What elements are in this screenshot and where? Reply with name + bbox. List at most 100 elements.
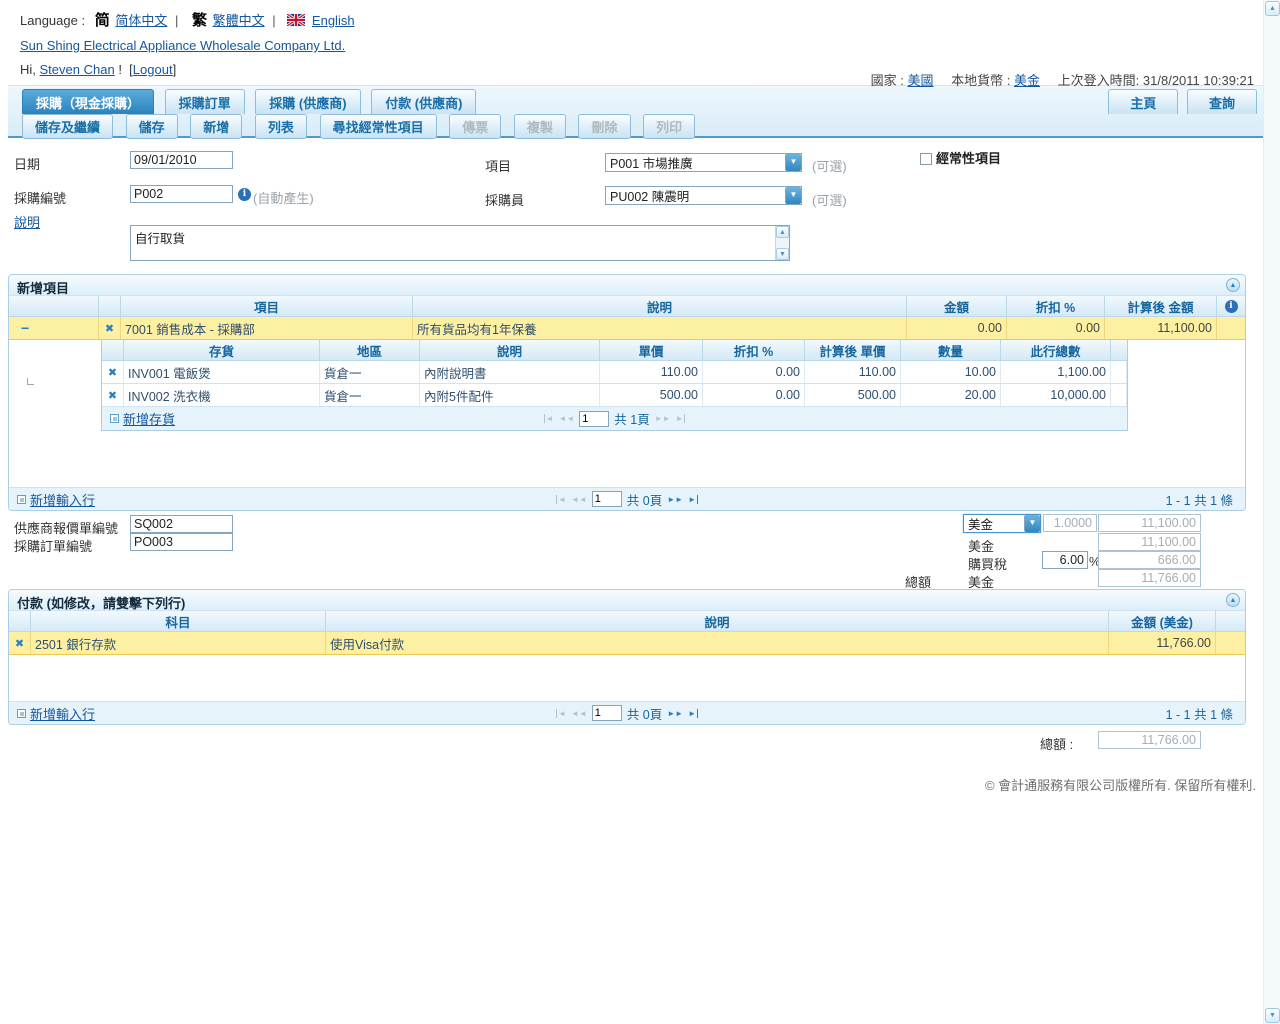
page-number-input[interactable] bbox=[592, 491, 622, 507]
collapse-row-icon[interactable]: − bbox=[13, 320, 29, 336]
scroll-down-icon[interactable]: ▼ bbox=[1265, 1008, 1280, 1023]
country-link[interactable]: 美國 bbox=[908, 73, 934, 88]
last-page-icon[interactable]: ► bbox=[676, 414, 686, 423]
logout-bracket-close: ] bbox=[173, 62, 177, 77]
local-currency-link[interactable]: 美金 bbox=[1014, 73, 1040, 88]
inventory-cell: INV002 洗衣機 bbox=[124, 384, 320, 406]
grand-total-input bbox=[1098, 569, 1201, 587]
page-number-input[interactable] bbox=[592, 705, 622, 721]
add-inventory-link[interactable]: 新增存貨 bbox=[123, 409, 175, 428]
query-button[interactable]: 查詢 bbox=[1187, 89, 1257, 114]
simplified-chinese-link[interactable]: 简体中文 bbox=[115, 13, 167, 28]
chevron-down-icon[interactable]: ▼ bbox=[1024, 515, 1040, 532]
last-page-icon[interactable]: ► bbox=[688, 495, 698, 504]
payment-footer-bar: 新增輸入行 ◄ ◄◄ 共 0頁 ►► ► 1 - 1 共 1 條 bbox=[9, 701, 1245, 724]
scroll-up-icon[interactable]: ▲ bbox=[776, 226, 789, 238]
description-cell: 使用Visa付款 bbox=[326, 632, 1109, 654]
new-button[interactable]: 新增 bbox=[190, 114, 242, 139]
delete-row-icon[interactable]: ✖ bbox=[108, 366, 117, 379]
language-row: Language : 简 简体中文 | 繁 繁體中文 | English bbox=[20, 12, 1280, 30]
add-payment-row-link[interactable]: 新增輸入行 bbox=[30, 704, 95, 723]
scroll-up-icon[interactable]: ▲ bbox=[1265, 1, 1280, 16]
amount-column-header: 金額 (美金) bbox=[1109, 611, 1216, 631]
tab-purchase-order[interactable]: 採購訂單 bbox=[165, 89, 245, 114]
tab-payment-supplier[interactable]: 付款 (供應商) bbox=[371, 89, 476, 114]
traditional-chinese-link[interactable]: 繁體中文 bbox=[213, 13, 265, 28]
user-name-link[interactable]: Steven Chan bbox=[40, 62, 115, 77]
tax-rate-input[interactable] bbox=[1042, 551, 1088, 569]
row-delete-cell: ✖ bbox=[102, 361, 124, 383]
recurring-item-field: 經常性項目 bbox=[920, 148, 1001, 167]
collapse-section-icon[interactable]: ▲ bbox=[1226, 278, 1240, 292]
spacer-cell bbox=[1111, 361, 1127, 383]
purchase-no-input[interactable] bbox=[130, 185, 233, 203]
purchaser-label: 採購員 bbox=[485, 190, 524, 209]
find-recurring-button[interactable]: 尋找經常性項目 bbox=[320, 114, 437, 139]
items-footer-bar: 新增輸入行 ◄ ◄◄ 共 0頁 ►► ► 1 - 1 共 1 條 bbox=[9, 487, 1245, 510]
purchaser-select[interactable]: PU002 陳震明 ▼ bbox=[605, 186, 802, 205]
item-row[interactable]: − ✖ 7001 銷售成本 - 採購部 所有貨品均有1年保養 0.00 0.00… bbox=[9, 317, 1245, 340]
first-page-icon[interactable]: ◄ bbox=[556, 495, 566, 504]
save-and-continue-button[interactable]: 儲存及繼續 bbox=[22, 114, 113, 139]
local-currency-label: 美金 bbox=[968, 536, 994, 555]
local-currency-label: 本地貨幣 : bbox=[951, 73, 1010, 88]
next-page-icon[interactable]: ►► bbox=[667, 709, 683, 718]
logout-link[interactable]: Logout bbox=[133, 62, 173, 77]
first-page-icon[interactable]: ◄ bbox=[556, 709, 566, 718]
recurring-item-checkbox[interactable] bbox=[920, 153, 932, 165]
discount-cell: 0.00 bbox=[703, 384, 805, 406]
project-select[interactable]: P001 市場推廣 ▼ bbox=[605, 153, 802, 172]
next-page-icon[interactable]: ►► bbox=[667, 495, 683, 504]
save-button[interactable]: 儲存 bbox=[126, 114, 178, 139]
date-label: 日期 bbox=[14, 154, 40, 173]
info-icon: i bbox=[1225, 300, 1238, 313]
local-amount-input bbox=[1098, 533, 1201, 551]
prev-page-icon[interactable]: ◄◄ bbox=[571, 709, 587, 718]
description-link[interactable]: 說明 bbox=[14, 212, 40, 231]
item-calc-amount-cell: 11,100.00 bbox=[1105, 317, 1217, 339]
english-link[interactable]: English bbox=[312, 13, 355, 28]
list-button[interactable]: 列表 bbox=[255, 114, 307, 139]
purchaser-optional-label: (可選) bbox=[812, 190, 847, 209]
delete-row-icon[interactable]: ✖ bbox=[108, 389, 117, 402]
delete-row-icon[interactable]: ✖ bbox=[15, 637, 24, 650]
purchase-order-input[interactable] bbox=[130, 533, 233, 551]
first-page-icon[interactable]: ◄ bbox=[544, 414, 554, 423]
collapse-section-icon[interactable]: ▲ bbox=[1226, 593, 1240, 607]
last-page-icon[interactable]: ► bbox=[688, 709, 698, 718]
supplier-quote-input[interactable] bbox=[130, 515, 233, 533]
tab-purchase-supplier[interactable]: 採購 (供應商) bbox=[255, 89, 360, 114]
item-amount-cell: 0.00 bbox=[907, 317, 1007, 339]
prev-page-icon[interactable]: ◄◄ bbox=[558, 414, 574, 423]
payment-row[interactable]: ✖ 2501 銀行存款 使用Visa付款 11,766.00 bbox=[9, 632, 1245, 655]
inventory-row[interactable]: ✖ INV001 電飯煲 貨倉一 內附說明書 110.00 0.00 110.0… bbox=[102, 361, 1127, 384]
voucher-button: 傳票 bbox=[449, 114, 501, 139]
item-row-expand-cell: − bbox=[9, 317, 99, 339]
next-page-icon[interactable]: ►► bbox=[655, 414, 671, 423]
tab-cash-purchase[interactable]: 採購（現金採購） bbox=[22, 89, 154, 114]
greeting-prefix: Hi, bbox=[20, 62, 36, 77]
description-textarea[interactable]: 自行取貨 ▲ ▼ bbox=[130, 225, 790, 261]
item-description-cell: 所有貨品均有1年保養 bbox=[413, 317, 907, 339]
foreign-amount-input bbox=[1098, 514, 1201, 532]
chevron-down-icon[interactable]: ▼ bbox=[785, 187, 801, 204]
line-total-cell: 1,100.00 bbox=[1001, 361, 1111, 383]
scroll-down-icon[interactable]: ▼ bbox=[776, 248, 789, 260]
project-label: 項目 bbox=[485, 156, 511, 175]
add-item-row-link[interactable]: 新增輸入行 bbox=[30, 490, 95, 509]
date-input[interactable] bbox=[130, 151, 233, 169]
nav-right-buttons: 主頁 查詢 bbox=[1108, 89, 1262, 114]
page-number-input[interactable] bbox=[579, 411, 609, 427]
delete-row-icon[interactable]: ✖ bbox=[105, 322, 114, 335]
area-cell: 貨倉一 bbox=[320, 361, 420, 383]
prev-page-icon[interactable]: ◄◄ bbox=[571, 495, 587, 504]
print-button: 列印 bbox=[643, 114, 695, 139]
line-total-column-header: 此行總數 bbox=[1001, 340, 1111, 360]
currency-select[interactable]: 美金 ▼ bbox=[963, 514, 1041, 533]
vertical-scrollbar[interactable]: ▲ ▼ bbox=[1263, 0, 1280, 1024]
chevron-down-icon[interactable]: ▼ bbox=[785, 154, 801, 171]
document-header-form: 日期 項目 P001 市場推廣 ▼ (可選) 經常性項目 採購編號 i (自動產… bbox=[0, 148, 1280, 274]
inventory-row[interactable]: ✖ INV002 洗衣機 貨倉一 內附5件配件 500.00 0.00 500.… bbox=[102, 384, 1127, 407]
home-button[interactable]: 主頁 bbox=[1108, 89, 1178, 114]
company-name-link[interactable]: Sun Shing Electrical Appliance Wholesale… bbox=[20, 38, 345, 53]
